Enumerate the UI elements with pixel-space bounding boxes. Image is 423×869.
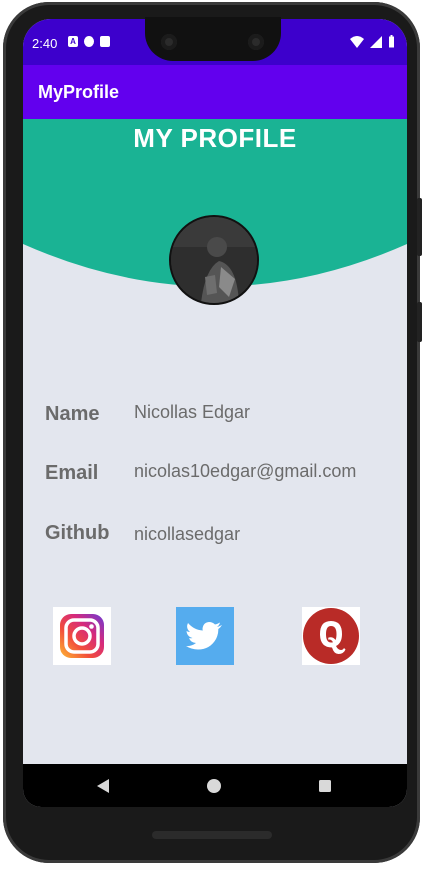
twitter-icon xyxy=(176,607,234,665)
power-button xyxy=(417,302,422,342)
volume-button xyxy=(417,198,422,256)
app-bar: MyProfile xyxy=(23,65,407,119)
signal-icon xyxy=(370,35,382,48)
instagram-icon xyxy=(53,607,111,665)
avatar-photo xyxy=(171,217,257,303)
back-icon xyxy=(97,778,109,793)
twitter-button[interactable] xyxy=(176,607,234,665)
phone-frame: 2:40 A MyProfile MY PROFILE Name Nicolla… xyxy=(3,2,422,863)
email-label: Email xyxy=(45,462,99,484)
github-label: Github xyxy=(45,522,110,544)
sim-card-icon xyxy=(100,36,110,47)
github-value: nicollasedgar xyxy=(134,524,241,544)
recents-icon xyxy=(319,779,331,792)
email-value: nicolas10edgar@gmail.com xyxy=(134,461,357,481)
name-value: Nicollas Edgar xyxy=(134,402,251,422)
page-title: MY PROFILE xyxy=(133,123,297,153)
profile-avatar[interactable] xyxy=(169,215,259,305)
name-label: Name xyxy=(45,403,100,425)
notification-icons: A xyxy=(68,36,110,47)
home-icon xyxy=(207,778,221,793)
quora-icon xyxy=(302,607,360,665)
front-camera-left xyxy=(161,34,177,50)
front-camera-right xyxy=(248,34,264,50)
system-icons xyxy=(350,35,395,48)
battery-icon xyxy=(389,35,394,48)
notification-a-icon: A xyxy=(68,36,78,47)
recents-button[interactable] xyxy=(311,764,339,807)
status-time: 2:40 xyxy=(32,36,58,51)
home-button[interactable] xyxy=(200,764,228,807)
wifi-icon xyxy=(350,35,364,48)
system-nav-bar xyxy=(23,764,407,807)
bottom-speaker xyxy=(152,831,272,839)
quora-button[interactable] xyxy=(302,607,360,665)
instagram-button[interactable] xyxy=(53,607,111,665)
notification-b-icon xyxy=(84,36,94,47)
back-button[interactable] xyxy=(89,764,117,807)
screen: 2:40 A MyProfile MY PROFILE Name Nicolla… xyxy=(23,19,407,807)
app-title: MyProfile xyxy=(38,82,120,102)
